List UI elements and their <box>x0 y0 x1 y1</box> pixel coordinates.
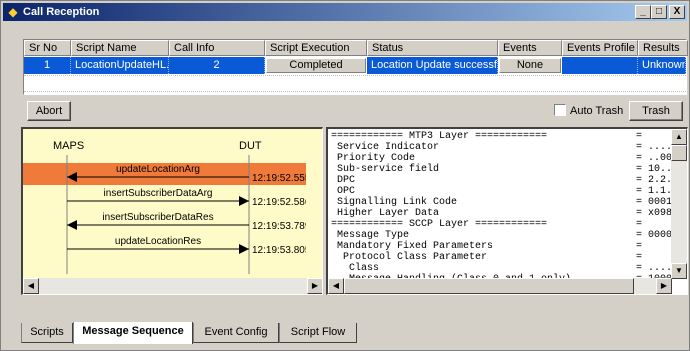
scroll-left-button[interactable]: ◀ <box>23 278 39 294</box>
decode-horizontal-scrollbar[interactable]: ◀ ▶ <box>328 278 672 294</box>
column-header-script-execution[interactable]: Script Execution <box>265 40 367 56</box>
empty-row <box>24 91 686 92</box>
scroll-thumb[interactable] <box>671 145 687 161</box>
cell-events-profile[interactable] <box>562 57 638 74</box>
decode-value: = 0001 <box>636 197 673 208</box>
scroll-thumb[interactable] <box>344 278 634 294</box>
message-decode-pane[interactable]: ============ MTP3 Layer ============ = Se… <box>326 127 688 295</box>
decode-field[interactable]: ============ MTP3 Layer ============ <box>331 131 547 142</box>
window-title: Call Reception <box>23 6 100 18</box>
message-label[interactable]: insertSubscriberDataArg <box>104 188 213 199</box>
decode-value: = ..00 <box>636 153 673 164</box>
arrow-head-icon <box>239 196 249 206</box>
decode-field[interactable]: Protocol Class Parameter <box>331 252 487 263</box>
decode-field[interactable]: ============ SCCP Layer ============ <box>331 219 547 230</box>
auto-trash-checkbox[interactable]: Auto Trash <box>554 104 623 118</box>
close-button[interactable]: X <box>669 5 685 19</box>
message-label[interactable]: insertSubscriberDataRes <box>102 212 213 223</box>
decode-value: = 0000 <box>636 230 673 241</box>
decode-field[interactable]: DPC <box>331 175 355 186</box>
tab-scripts[interactable]: Scripts <box>21 323 73 343</box>
tab-message-sequence[interactable]: Message Sequence <box>73 322 193 344</box>
maximize-button[interactable]: □ <box>651 5 667 19</box>
tab-bar: Scripts Message Sequence Event Config Sc… <box>21 322 681 345</box>
empty-row <box>24 75 686 76</box>
cell-script-name[interactable]: LocationUpdateHL... <box>71 57 169 74</box>
decode-vertical-scrollbar[interactable]: ▲ ▼ <box>671 129 687 279</box>
scroll-right-button[interactable]: ▶ <box>307 278 322 294</box>
message-sequence-pane[interactable]: MAPS DUT updateLocationArg 12:19:52.5550 i… <box>21 127 323 295</box>
app-icon: ◆ <box>8 5 18 19</box>
party-dut: DUT <box>239 140 262 152</box>
column-header-events-profile[interactable]: Events Profile <box>562 40 638 56</box>
title-bar[interactable]: ◆ Call Reception _ □ X <box>3 3 687 21</box>
script-grid[interactable]: Sr No Script Name Call Info Script Execu… <box>23 39 688 95</box>
cell-script-execution[interactable]: Completed <box>266 58 366 73</box>
column-header-call-info[interactable]: Call Info <box>169 40 265 56</box>
decode-field[interactable]: Mandatory Fixed Parameters <box>331 241 493 252</box>
decode-field[interactable]: Signalling Link Code <box>331 197 457 208</box>
decode-field[interactable]: Class <box>331 263 379 274</box>
sequence-horizontal-scrollbar[interactable]: ◀ ▶ <box>23 278 322 294</box>
sequence-vertical-area <box>306 129 322 279</box>
decode-value: = .... <box>636 263 673 274</box>
decode-value: = <box>636 131 643 142</box>
tab-script-flow[interactable]: Script Flow <box>279 323 357 343</box>
cell-results[interactable]: Unknown <box>638 57 686 74</box>
decode-field[interactable]: Service Indicator <box>331 142 439 153</box>
decode-value: = <box>636 241 643 252</box>
column-header-results[interactable]: Results <box>638 40 688 56</box>
decode-value: = <box>636 219 643 230</box>
message-label[interactable]: updateLocationRes <box>115 236 201 247</box>
checkbox-box[interactable] <box>554 104 566 116</box>
decode-field[interactable]: Priority Code <box>331 153 415 164</box>
abort-button[interactable]: Abort <box>27 101 71 121</box>
cell-status[interactable]: Location Update successful <box>367 57 498 74</box>
decode-field[interactable]: OPC <box>331 186 355 197</box>
scroll-down-button[interactable]: ▼ <box>671 263 687 279</box>
scroll-left-button[interactable]: ◀ <box>328 278 344 294</box>
scroll-right-button[interactable]: ▶ <box>656 278 672 294</box>
decode-value: = .... <box>636 142 673 153</box>
tab-event-config[interactable]: Event Config <box>193 323 279 343</box>
arrow-head-icon <box>67 220 77 230</box>
arrow-head-icon <box>239 244 249 254</box>
column-header-sr-no[interactable]: Sr No <box>24 40 71 56</box>
column-header-events[interactable]: Events <box>498 40 562 56</box>
decode-field[interactable]: Message Type <box>331 230 409 241</box>
trash-button[interactable]: Trash <box>629 101 683 121</box>
decode-value: = x098 <box>636 208 673 219</box>
auto-trash-label: Auto Trash <box>570 105 624 117</box>
cell-sr-no[interactable]: 1 <box>24 57 71 74</box>
party-maps: MAPS <box>53 140 84 152</box>
decode-field[interactable]: Sub-service field <box>331 164 439 175</box>
cell-events[interactable]: None <box>499 58 561 73</box>
minimize-button[interactable]: _ <box>635 5 651 19</box>
scroll-up-button[interactable]: ▲ <box>671 129 687 145</box>
column-header-status[interactable]: Status <box>367 40 498 56</box>
decode-field[interactable]: Higher Layer Data <box>331 208 439 219</box>
sequence-diagram: MAPS DUT updateLocationArg12:19:52.5550i… <box>23 140 316 274</box>
decode-value: = 1.1. <box>636 186 673 197</box>
message-label[interactable]: updateLocationArg <box>116 164 200 175</box>
column-header-script-name[interactable]: Script Name <box>71 40 169 56</box>
decode-value: = <box>636 252 643 263</box>
decode-value: = 10.. <box>636 164 673 175</box>
cell-call-info[interactable]: 2 <box>169 57 265 74</box>
decode-value: = 2.2. <box>636 175 673 186</box>
call-reception-window: ◆ Call Reception _ □ X Sr No Script Name… <box>0 0 690 351</box>
